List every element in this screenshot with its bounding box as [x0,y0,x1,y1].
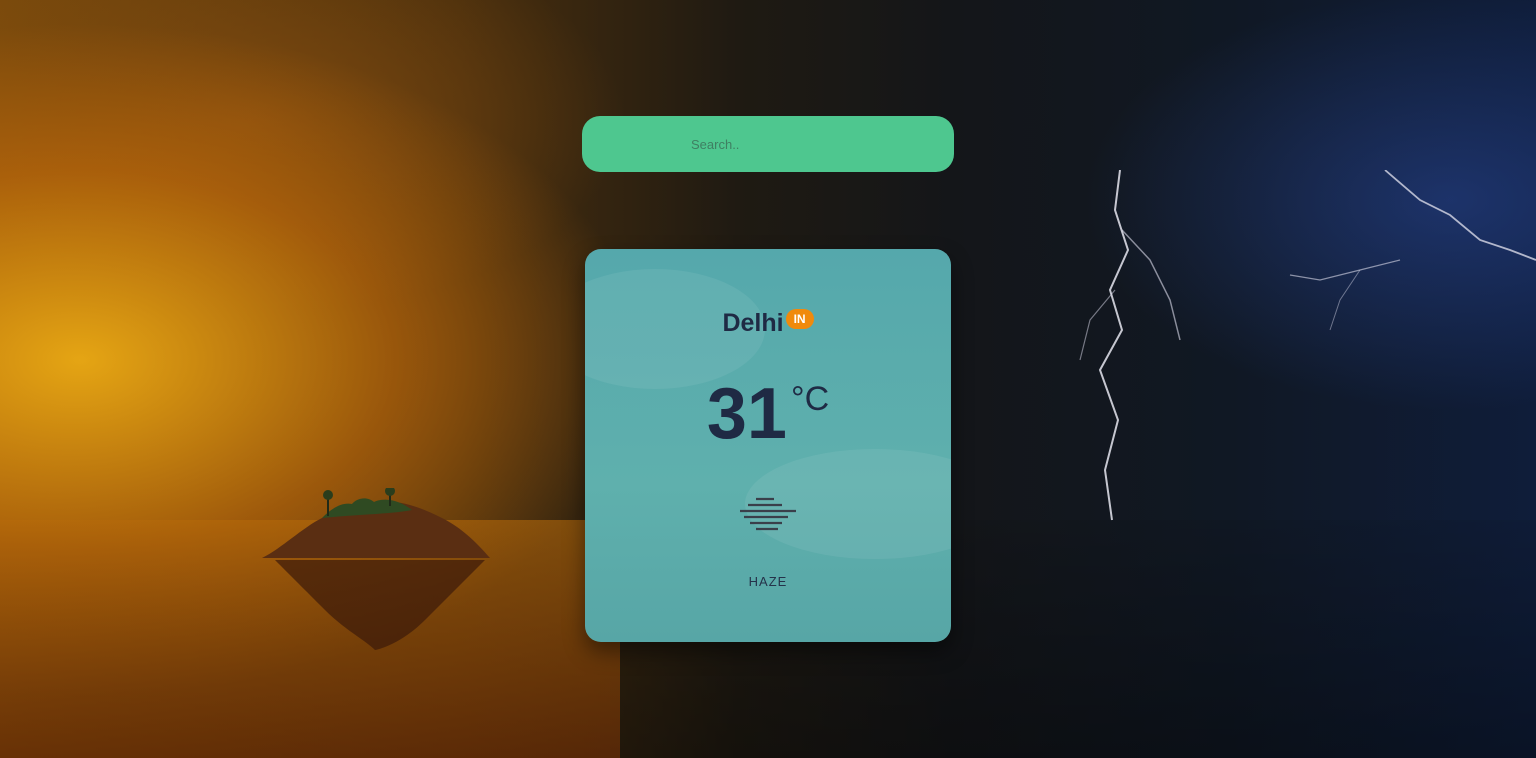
weather-card: Delhi IN 31 °C HAZE [585,249,951,642]
haze-icon [740,497,796,531]
temperature-value: 31 [706,374,787,454]
temperature: 31 °C [585,374,951,454]
weather-app: DelhiIN 31°C HAZE [0,0,1536,758]
city-name: Delhi [722,309,784,337]
island-reflection-image [275,560,485,650]
lightning-image [1079,170,1536,521]
weather-condition: HAZE [748,574,788,589]
location: Delhi IN [585,309,951,338]
country-badge: IN [785,309,814,329]
search-bar[interactable] [582,116,954,172]
search-input[interactable] [689,135,933,153]
island-image [262,488,490,558]
temperature-unit: °C [790,380,830,418]
